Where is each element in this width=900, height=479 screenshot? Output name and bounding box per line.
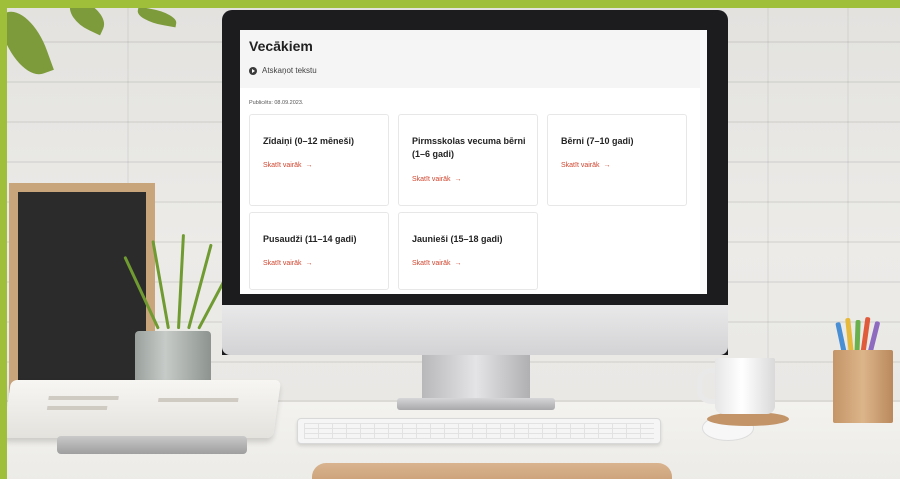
page-header: Vecākiem Atskaņot tekstu	[240, 30, 707, 88]
pencil-cup	[833, 350, 893, 423]
card-youth[interactable]: Jaunieši (15–18 gadi) Skatīt vairāk →	[398, 212, 538, 290]
saucer	[707, 412, 789, 426]
play-icon[interactable]	[249, 67, 257, 75]
scrollbar[interactable]	[700, 30, 707, 294]
tablet	[57, 436, 247, 454]
chalkboard	[9, 183, 155, 393]
arrow-right-icon: →	[305, 260, 313, 267]
arrow-right-icon: →	[305, 162, 313, 169]
monitor-chin	[222, 305, 728, 355]
monitor-foot	[397, 398, 555, 410]
card-teens[interactable]: Pusaudži (11–14 gadi) Skatīt vairāk →	[249, 212, 389, 290]
arrow-right-icon: →	[454, 260, 462, 267]
card-preschool[interactable]: Pirmsskolas vecuma bērni (1–6 gadi) Skat…	[398, 114, 538, 206]
screen: Vecākiem Atskaņot tekstu Publicēts: 08.0…	[240, 30, 707, 294]
card-title: Zīdaiņi (0–12 mēneši)	[263, 136, 355, 146]
card-title: Bērni (7–10 gadi)	[561, 136, 634, 146]
chair	[312, 463, 672, 479]
open-book	[7, 380, 282, 438]
card-title: Pusaudži (11–14 gadi)	[263, 234, 357, 244]
card-infants[interactable]: Zīdaiņi (0–12 mēneši) Skatīt vairāk →	[249, 114, 389, 206]
page-title: Vecākiem	[249, 38, 313, 54]
card-title: Jaunieši (15–18 gadi)	[412, 234, 503, 244]
arrow-right-icon: →	[454, 176, 462, 183]
listen-button[interactable]: Atskaņot tekstu	[262, 66, 317, 75]
see-more-link[interactable]: Skatīt vairāk →	[561, 162, 611, 169]
see-more-link[interactable]: Skatīt vairāk →	[412, 260, 462, 267]
coffee-cup	[715, 358, 775, 414]
see-more-link[interactable]: Skatīt vairāk →	[263, 260, 313, 267]
published-date: Publicēts: 08.09.2023.	[249, 100, 304, 106]
arrow-right-icon: →	[603, 162, 611, 169]
see-more-link[interactable]: Skatīt vairāk →	[412, 176, 462, 183]
card-children[interactable]: Bērni (7–10 gadi) Skatīt vairāk →	[547, 114, 687, 206]
card-title: Pirmsskolas vecuma bērni (1–6 gadi)	[412, 136, 526, 159]
keyboard	[297, 418, 661, 444]
see-more-link[interactable]: Skatīt vairāk →	[263, 162, 313, 169]
